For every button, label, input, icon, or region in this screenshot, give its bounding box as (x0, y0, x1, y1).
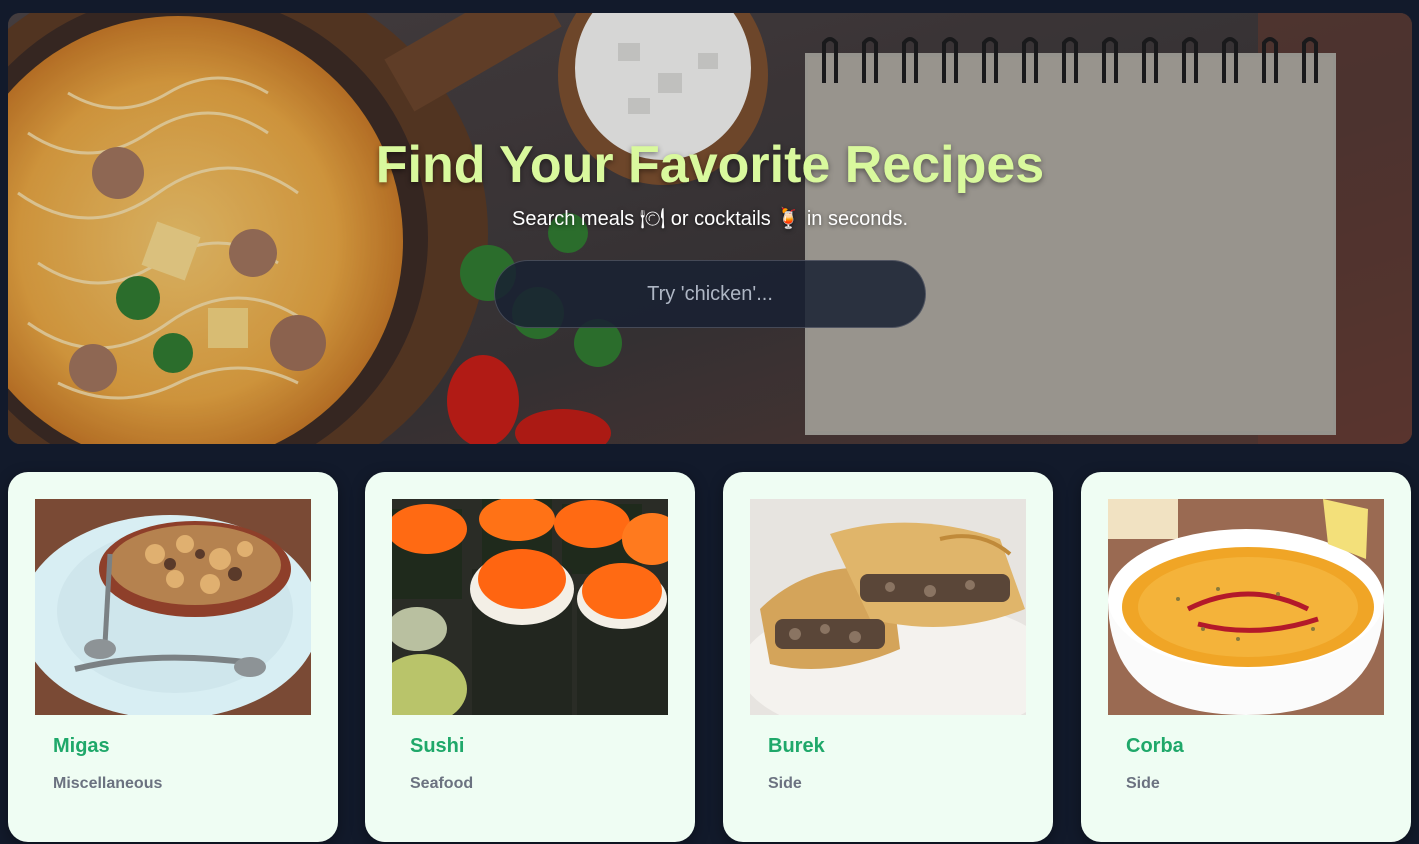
recipe-card-grid: Migas Miscellaneous Sushi Seafood Burek … (8, 472, 1412, 844)
recipe-name[interactable]: Burek (768, 735, 825, 758)
recipe-image[interactable] (392, 499, 668, 715)
plate-icon: 🍽 (639, 208, 666, 230)
recipe-name[interactable]: Corba (1126, 735, 1184, 758)
recipe-card-sushi[interactable]: Sushi Seafood (365, 472, 695, 842)
sushi-photo (392, 499, 668, 715)
subtitle-text-end: in seconds. (806, 208, 909, 230)
recipe-name[interactable]: Sushi (410, 735, 464, 758)
recipe-card-migas[interactable]: Migas Miscellaneous (8, 472, 338, 842)
recipe-image[interactable] (1108, 499, 1384, 715)
corba-photo (1108, 499, 1384, 715)
recipe-card-corba[interactable]: Corba Side (1081, 472, 1411, 842)
subtitle-text-start: Search meals (511, 208, 635, 230)
search-input[interactable] (494, 260, 926, 328)
recipe-image[interactable] (35, 499, 311, 715)
recipe-name[interactable]: Migas (53, 735, 110, 758)
burek-photo (750, 499, 1026, 715)
page-title: Find Your Favorite Recipes (375, 136, 1045, 194)
recipe-category: Side (768, 775, 802, 792)
migas-photo (35, 499, 311, 715)
recipe-category: Side (1126, 775, 1160, 792)
cocktail-icon: 🍹 (776, 208, 802, 230)
subtitle-text-middle: or cocktails (670, 208, 771, 230)
recipe-category: Seafood (410, 775, 474, 792)
recipe-image[interactable] (750, 499, 1026, 715)
hero-subtitle: Search meals 🍽 or cocktails 🍹 in seconds… (8, 206, 1412, 231)
hero-banner: Find Your Favorite Recipes Search meals … (8, 13, 1412, 444)
recipe-category: Miscellaneous (53, 775, 163, 792)
recipe-card-burek[interactable]: Burek Side (723, 472, 1053, 842)
